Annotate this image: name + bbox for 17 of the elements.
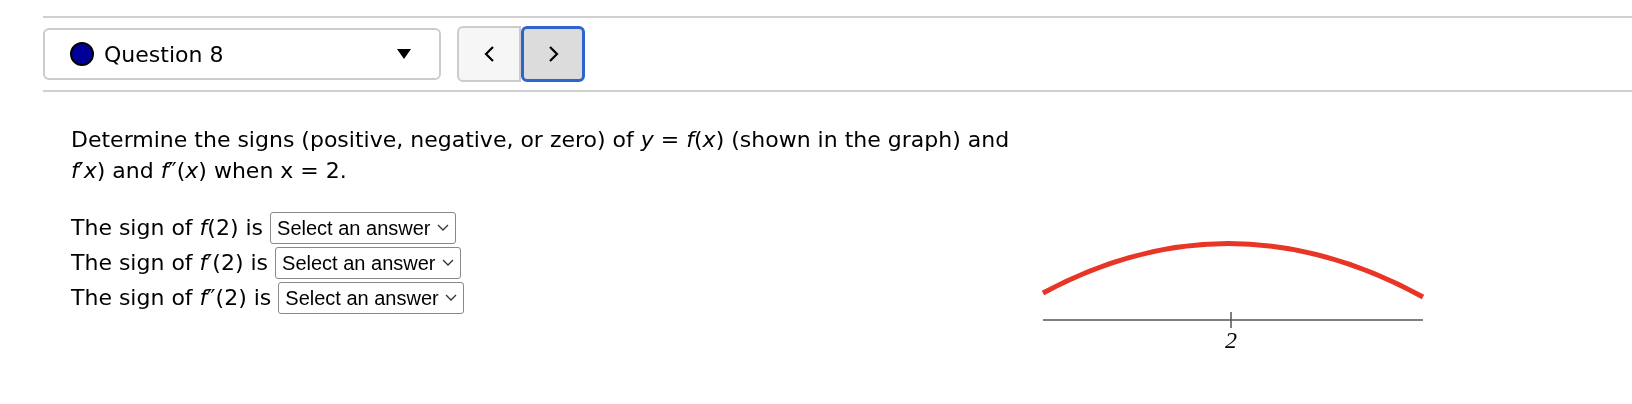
question-text: Determine the signs (positive, negative, or zero) of y = f(x) (shown in the graph) and f′x) and f″(x) when x = 2.: [71, 126, 1011, 185]
answer-dropdown[interactable]: Select an answer: [270, 212, 456, 244]
answer-prompt: The sign of f′(2) is: [71, 249, 269, 277]
question-label: Question 8: [104, 40, 225, 69]
chevron-right-icon: [546, 45, 560, 63]
chevron-down-icon: [441, 259, 454, 267]
chevron-down-icon: [436, 224, 449, 232]
chevron-left-icon: [482, 45, 496, 63]
chevron-down-icon: [444, 294, 457, 302]
answer-prompt: The sign of f(2) is: [71, 214, 264, 242]
question-dropdown[interactable]: Question 8: [43, 28, 441, 80]
answer-dropdown[interactable]: Select an answer: [278, 282, 464, 314]
answer-dropdown[interactable]: Select an answer: [275, 247, 461, 279]
tick-label: 2: [1225, 327, 1237, 352]
answer-prompt: The sign of f″(2) is: [71, 284, 272, 312]
caret-icon: [397, 49, 411, 59]
next-button[interactable]: [521, 26, 585, 82]
